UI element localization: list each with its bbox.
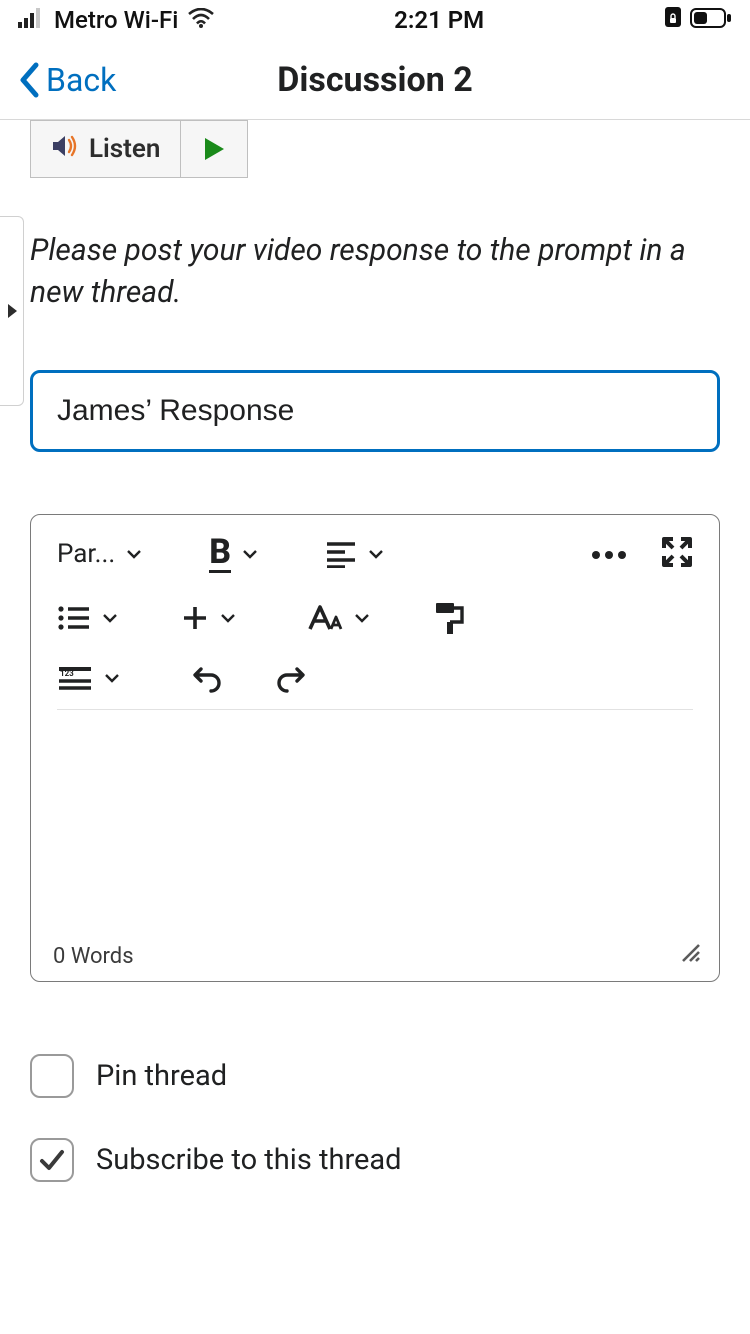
chevron-down-icon: [241, 545, 259, 563]
paragraph-style-dropdown[interactable]: Par...: [57, 539, 143, 569]
speaker-icon: [51, 133, 79, 166]
back-label: Back: [46, 61, 116, 99]
align-dropdown[interactable]: [325, 540, 385, 568]
font-size-icon: [307, 603, 343, 633]
bold-icon: B: [209, 535, 231, 573]
checkbox-unchecked[interactable]: [30, 1054, 74, 1098]
carrier-label: Metro Wi-Fi: [54, 6, 178, 34]
insert-dropdown[interactable]: [181, 604, 237, 632]
fullscreen-button[interactable]: [661, 536, 693, 572]
align-left-icon: [325, 540, 357, 568]
list-dropdown[interactable]: [57, 604, 119, 632]
pin-thread-label: Pin thread: [96, 1059, 227, 1093]
plus-icon: [181, 604, 209, 632]
thread-title-input[interactable]: [30, 370, 720, 452]
battery-icon: [690, 6, 732, 34]
ellipsis-icon: [591, 550, 627, 560]
subscribe-option[interactable]: Subscribe to this thread: [30, 1138, 720, 1182]
bullet-list-icon: [57, 604, 91, 632]
wifi-icon: [188, 6, 214, 34]
word-count: 0 Words: [53, 944, 134, 969]
status-bar: Metro Wi-Fi 2:21 PM: [0, 0, 750, 40]
chevron-left-icon: [18, 62, 40, 98]
check-icon: [39, 1149, 65, 1171]
portrait-lock-icon: [664, 6, 682, 34]
header: Back Discussion 2: [0, 40, 750, 120]
editor-content-area[interactable]: [31, 710, 719, 927]
resize-grip-icon: [675, 937, 701, 963]
play-button[interactable]: [181, 121, 247, 177]
rich-text-editor: Par... B: [30, 514, 720, 982]
listen-button[interactable]: Listen: [31, 121, 181, 177]
redo-button[interactable]: [275, 663, 307, 693]
play-icon: [203, 137, 225, 161]
listen-toolbar: Listen: [30, 120, 248, 178]
chevron-down-icon: [103, 669, 121, 687]
chevron-down-icon: [125, 545, 143, 563]
chevron-down-icon: [219, 609, 237, 627]
bold-dropdown[interactable]: B: [209, 535, 259, 573]
format-painter-icon: [433, 601, 465, 635]
chevron-right-icon: [6, 302, 18, 320]
pin-thread-option[interactable]: Pin thread: [30, 1054, 720, 1098]
more-options-button[interactable]: [591, 545, 627, 564]
editor-toolbar: Par... B: [31, 515, 719, 703]
resize-handle[interactable]: [675, 937, 701, 969]
chevron-down-icon: [367, 545, 385, 563]
subscribe-label: Subscribe to this thread: [96, 1143, 402, 1177]
undo-button[interactable]: [191, 663, 223, 693]
paragraph-label: Par...: [57, 539, 115, 569]
prompt-text: Please post your video response to the p…: [30, 230, 720, 314]
format-painter-button[interactable]: [433, 601, 465, 635]
clock: 2:21 PM: [394, 6, 484, 34]
undo-icon: [191, 663, 223, 693]
chevron-down-icon: [353, 609, 371, 627]
redo-icon: [275, 663, 307, 693]
svg-text:123: 123: [60, 669, 74, 678]
listen-label: Listen: [89, 134, 160, 164]
font-dropdown[interactable]: [307, 603, 371, 633]
checkbox-checked[interactable]: [30, 1138, 74, 1182]
signal-icon: [18, 6, 44, 34]
numbered-list-dropdown[interactable]: 123: [57, 665, 121, 691]
expand-icon: [661, 536, 693, 568]
chevron-down-icon: [101, 609, 119, 627]
back-button[interactable]: Back: [18, 61, 116, 99]
side-expand-handle[interactable]: [0, 216, 24, 406]
numbered-list-icon: 123: [57, 665, 93, 691]
